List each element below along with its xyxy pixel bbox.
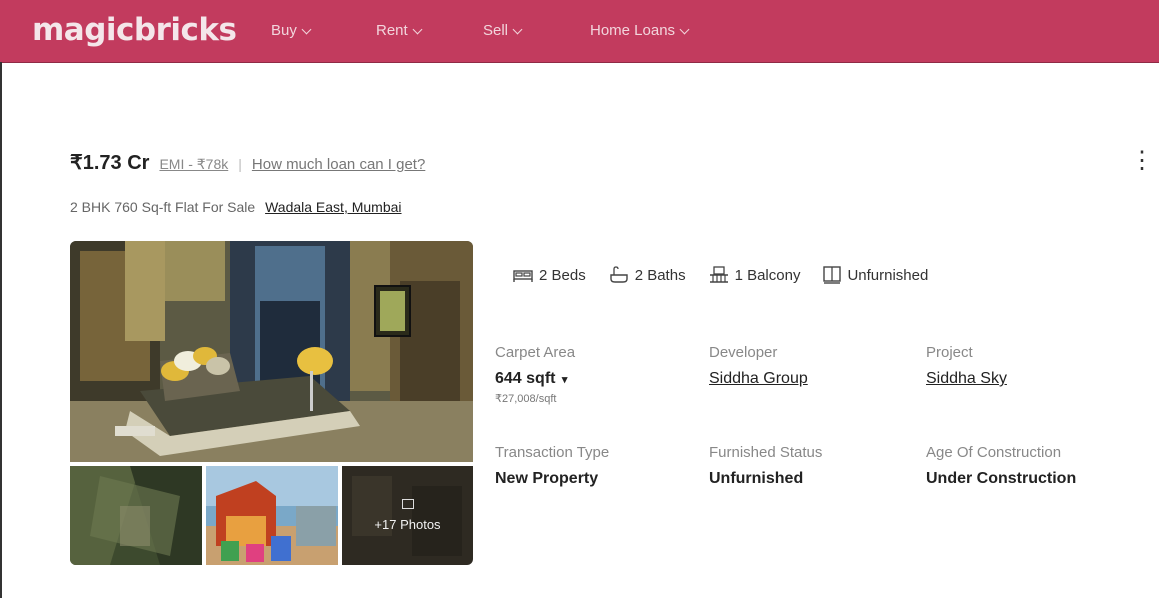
emi-link[interactable]: EMI - ₹78k bbox=[159, 156, 228, 173]
nav-home-loans-label: Home Loans bbox=[590, 22, 676, 39]
price-row: ₹1.73 Cr EMI - ₹78k | How much loan can … bbox=[70, 150, 425, 175]
listing-price: ₹1.73 Cr bbox=[70, 152, 150, 174]
chevron-down-icon bbox=[412, 24, 423, 34]
photo-gallery[interactable]: +17 Photos bbox=[70, 241, 473, 565]
nav-rent[interactable]: Rent bbox=[376, 22, 423, 39]
nav-home-loans[interactable]: Home Loans bbox=[590, 22, 690, 39]
detail-age-of-construction: Age Of Construction Under Construction bbox=[926, 444, 1076, 488]
carpet-area-label: Carpet Area bbox=[495, 344, 576, 361]
amenity-furnishing: Unfurnished bbox=[822, 266, 928, 284]
amenities-row: 2 Beds 2 Baths 1 Balcony Unfurnished bbox=[512, 266, 928, 284]
nav-sell[interactable]: Sell bbox=[483, 22, 523, 39]
chevron-down-icon: ▾ bbox=[561, 374, 568, 386]
thumbnail-play-area[interactable] bbox=[206, 466, 338, 565]
more-photos-tile[interactable]: +17 Photos bbox=[342, 466, 473, 565]
detail-carpet-area: Carpet Area 644 sqft ▾ ₹27,008/sqft bbox=[495, 344, 575, 405]
detail-developer: Developer Siddha Group bbox=[709, 344, 808, 388]
magicbricks-logo[interactable]: magicbricks bbox=[32, 12, 237, 48]
carpet-area-value-text: 644 sqft bbox=[495, 370, 556, 387]
transaction-type-value: New Property bbox=[495, 470, 599, 487]
amenity-baths: 2 Baths bbox=[608, 266, 686, 284]
amenity-beds: 2 Beds bbox=[512, 266, 586, 284]
age-of-construction-label: Age Of Construction bbox=[926, 444, 1062, 461]
furnished-status-label: Furnished Status bbox=[709, 444, 823, 461]
listing-title: 2 BHK 760 Sq-ft Flat For Sale bbox=[70, 199, 256, 215]
listing-subtitle: 2 BHK 760 Sq-ft Flat For Sale Wadala Eas… bbox=[70, 199, 402, 215]
nav-buy[interactable]: Buy bbox=[271, 22, 312, 39]
loan-eligibility-link[interactable]: How much loan can I get? bbox=[252, 156, 425, 173]
developer-label: Developer bbox=[709, 344, 778, 361]
price-per-sqft: ₹27,008/sqft bbox=[495, 393, 557, 405]
separator: | bbox=[238, 156, 242, 172]
nav-buy-label: Buy bbox=[271, 22, 297, 39]
transaction-type-label: Transaction Type bbox=[495, 444, 610, 461]
photos-overlay: +17 Photos bbox=[342, 466, 473, 565]
camera-icon bbox=[401, 499, 414, 509]
amenity-baths-label: 2 Baths bbox=[634, 266, 686, 284]
balcony-icon bbox=[709, 266, 728, 283]
detail-transaction-type: Transaction Type New Property bbox=[495, 444, 609, 488]
top-navbar: magicbricks Buy Rent Sell Home Loans bbox=[0, 0, 1159, 63]
project-label: Project bbox=[926, 344, 973, 361]
chevron-down-icon bbox=[301, 24, 312, 34]
thumbnail-exterior-1[interactable] bbox=[70, 466, 202, 565]
detail-project: Project Siddha Sky bbox=[926, 344, 1007, 388]
carpet-area-value[interactable]: 644 sqft ▾ bbox=[495, 370, 575, 388]
age-of-construction-value: Under Construction bbox=[926, 470, 1077, 487]
wardrobe-icon bbox=[823, 266, 842, 284]
amenity-furnishing-label: Unfurnished bbox=[847, 266, 929, 284]
detail-furnished-status: Furnished Status Unfurnished bbox=[709, 444, 822, 488]
bed-icon bbox=[513, 270, 533, 282]
photos-count-label: +17 Photos bbox=[374, 517, 441, 532]
amenity-beds-label: 2 Beds bbox=[539, 266, 586, 284]
main-photo-bedroom[interactable] bbox=[70, 241, 473, 462]
more-vertical-icon[interactable]: ⋮ bbox=[1130, 149, 1154, 173]
furnished-status-value: Unfurnished bbox=[709, 470, 804, 487]
project-link[interactable]: Siddha Sky bbox=[926, 370, 1007, 388]
nav-sell-label: Sell bbox=[483, 22, 509, 39]
chevron-down-icon bbox=[679, 24, 690, 34]
developer-link[interactable]: Siddha Group bbox=[709, 370, 808, 388]
page-border bbox=[0, 62, 2, 598]
amenity-balcony-label: 1 Balcony bbox=[734, 266, 801, 284]
chevron-down-icon bbox=[512, 24, 523, 34]
amenity-balcony: 1 Balcony bbox=[708, 266, 801, 284]
nav-rent-label: Rent bbox=[376, 22, 408, 39]
bath-icon bbox=[610, 266, 628, 283]
locality-link[interactable]: Wadala East, Mumbai bbox=[265, 199, 401, 215]
